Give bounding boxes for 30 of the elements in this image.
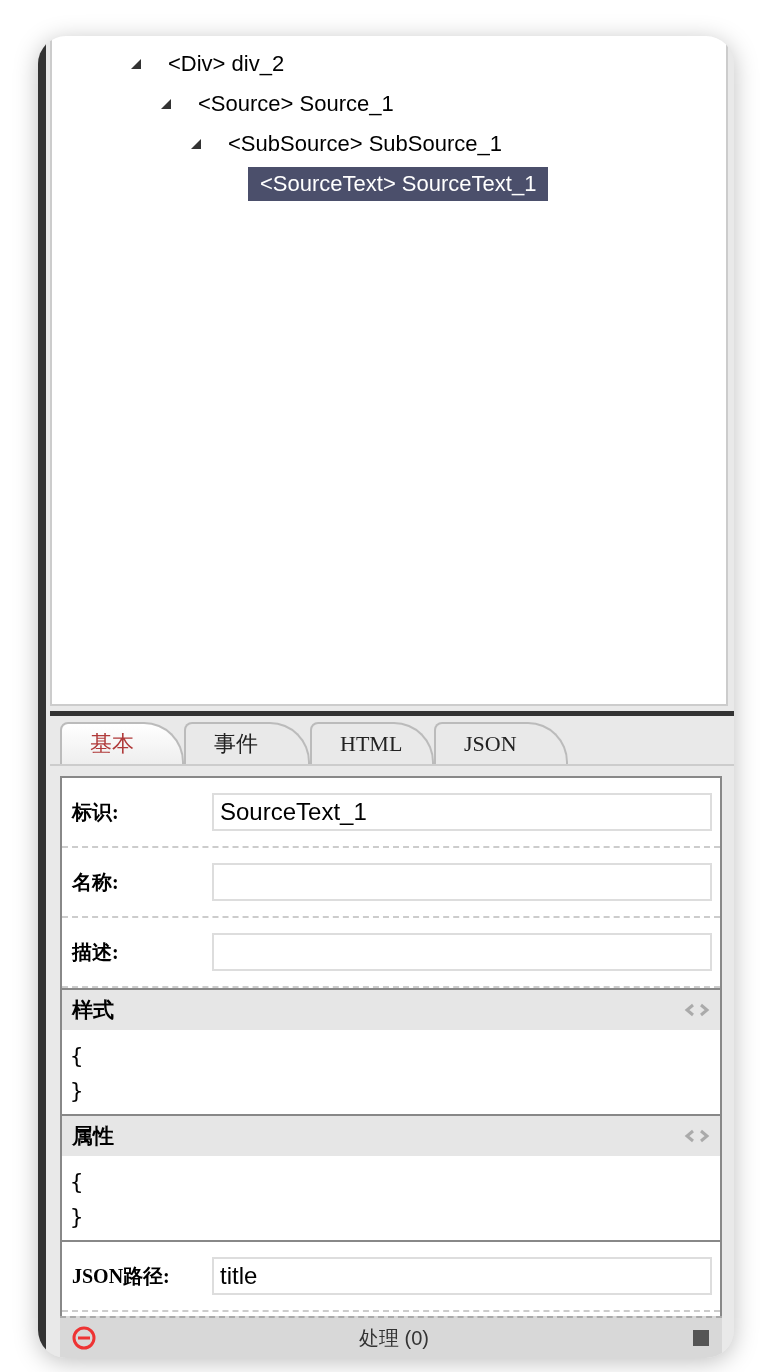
tab[interactable]: HTML xyxy=(310,722,434,764)
section-title: 属性 xyxy=(72,1123,114,1150)
code-line: { xyxy=(70,1042,85,1070)
tree-node[interactable]: <SourceText> SourceText_1 xyxy=(248,167,549,201)
field-label: 标识: xyxy=(72,799,120,825)
expanded-triangle-icon[interactable] xyxy=(130,58,142,70)
code-line: } xyxy=(70,1203,85,1231)
tab[interactable]: JSON xyxy=(434,722,568,764)
expanded-triangle-icon[interactable] xyxy=(160,98,172,110)
tab[interactable]: 基本 xyxy=(60,722,184,764)
tree-node[interactable]: <Source> Source_1 xyxy=(186,87,406,121)
code-line: } xyxy=(70,1077,85,1105)
code-toggle-icon[interactable] xyxy=(684,1129,710,1143)
tab[interactable]: 事件 xyxy=(184,722,310,764)
tree-node[interactable]: <Div> div_2 xyxy=(156,47,297,81)
status-text: 处理 (0) xyxy=(359,1325,429,1351)
code-toggle-icon[interactable] xyxy=(684,1003,710,1017)
input-field[interactable] xyxy=(212,933,712,971)
field-label: 名称: xyxy=(72,869,120,895)
panel-icon[interactable] xyxy=(692,1329,710,1347)
code-line: { xyxy=(70,1168,85,1196)
expanded-triangle-icon[interactable] xyxy=(190,138,202,150)
section-title: 样式 xyxy=(72,997,114,1024)
input-field[interactable] xyxy=(212,863,712,901)
input-field[interactable]: SourceText_1 xyxy=(212,793,712,831)
field-label: JSON路径: xyxy=(72,1263,171,1289)
tree-node[interactable]: <SubSource> SubSource_1 xyxy=(216,127,514,161)
input-field[interactable]: title xyxy=(212,1257,712,1295)
field-label: 描述: xyxy=(72,939,120,965)
error-icon xyxy=(72,1326,96,1350)
